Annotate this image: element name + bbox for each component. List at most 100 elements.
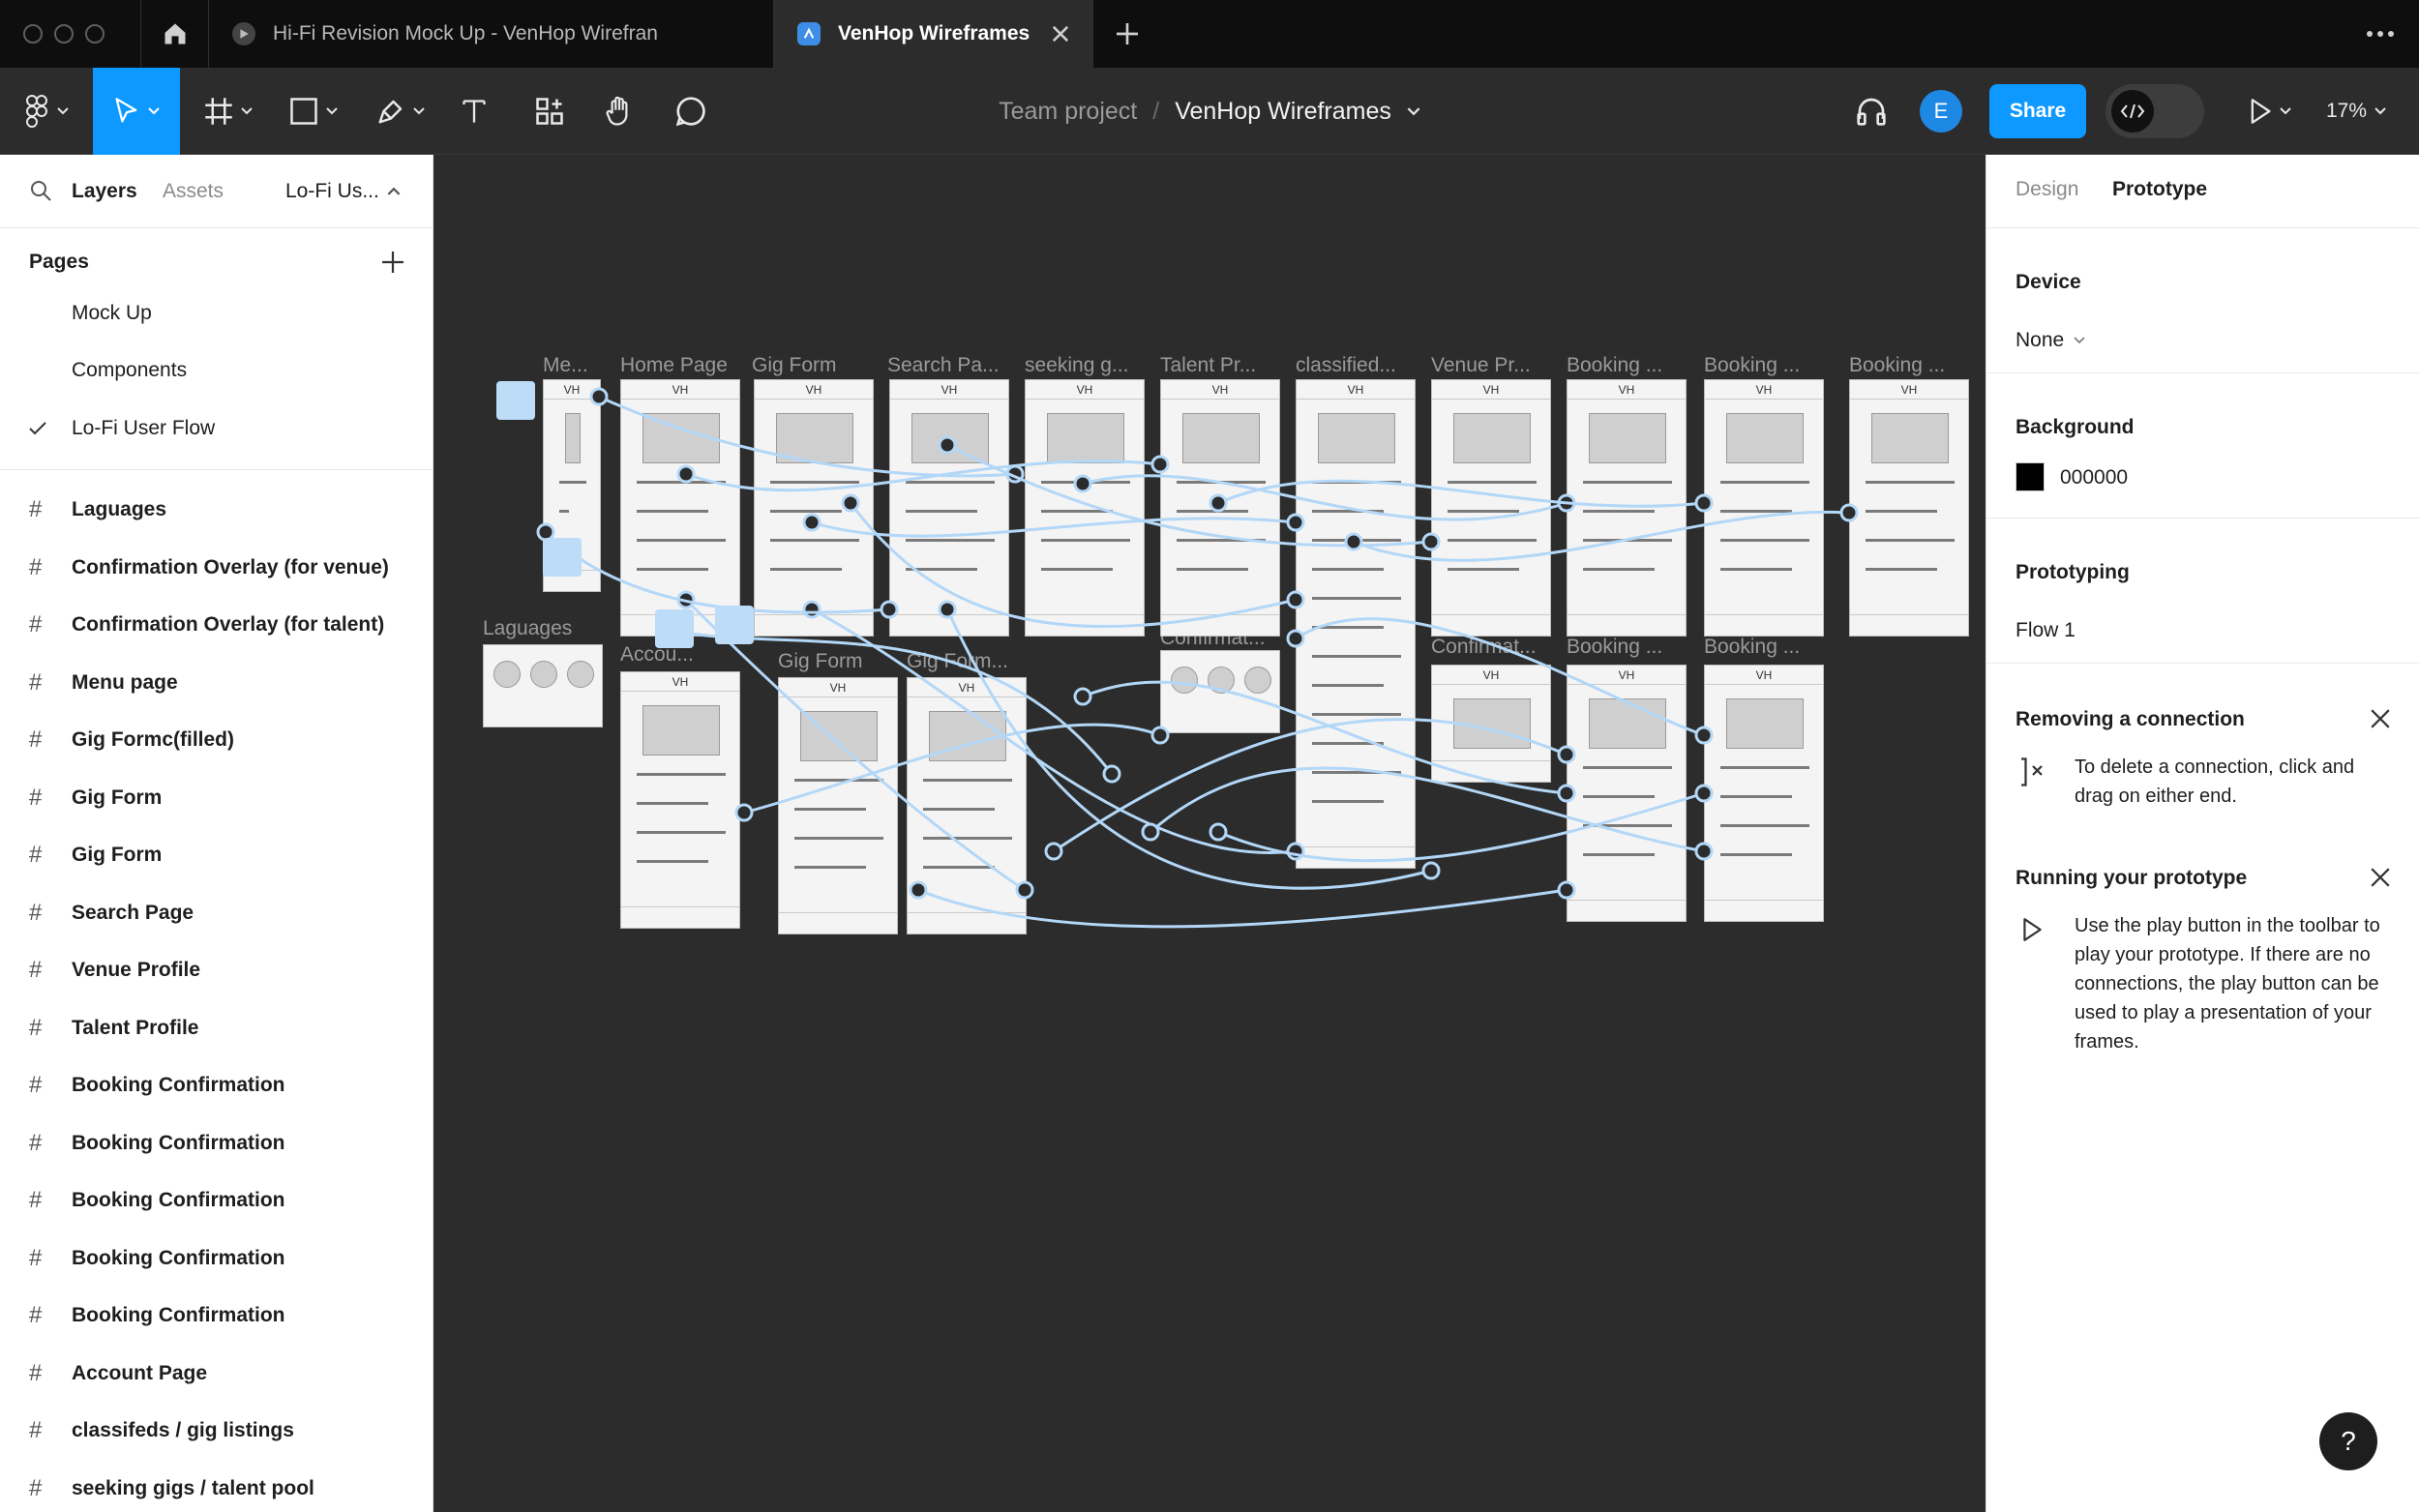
interaction-chip-icon[interactable] (496, 381, 535, 420)
connection-node[interactable] (938, 600, 957, 619)
share-button[interactable]: Share (1989, 84, 2086, 138)
layer-item[interactable]: # Gig Formc(filled) (0, 712, 433, 770)
flow-item[interactable]: Flow 1 (2016, 619, 2076, 642)
more-options-button[interactable] (2342, 0, 2419, 68)
layer-item[interactable]: # Booking Confirmation (0, 1288, 433, 1346)
connection-node[interactable] (1102, 764, 1121, 784)
hand-tool-button[interactable] (600, 68, 639, 155)
connection-node[interactable] (589, 387, 609, 406)
connection-node[interactable] (841, 493, 860, 513)
connection-node[interactable] (1286, 590, 1305, 609)
connection-node[interactable] (1421, 532, 1441, 551)
prototype-connections[interactable] (434, 155, 1985, 1512)
layer-item[interactable]: # Gig Form (0, 769, 433, 827)
interaction-chip-icon[interactable] (655, 609, 694, 648)
layer-item[interactable]: # Confirmation Overlay (for talent) (0, 597, 433, 655)
tab-design[interactable]: Design (2016, 178, 2078, 201)
comment-tool-button[interactable] (672, 68, 710, 155)
text-tool-button[interactable] (455, 68, 493, 155)
connection-line[interactable] (1217, 479, 1705, 508)
layer-item[interactable]: # Gig Form (0, 827, 433, 885)
help-button[interactable]: ? (2319, 1412, 2377, 1470)
connection-node[interactable] (1073, 687, 1092, 706)
team-project-link[interactable]: Team project (999, 98, 1137, 126)
tab-assets[interactable]: Assets (163, 180, 224, 203)
layer-item[interactable]: # Venue Profile (0, 942, 433, 1000)
connection-node[interactable] (1421, 861, 1441, 880)
connection-node[interactable] (802, 513, 821, 532)
minimize-window-button[interactable] (54, 24, 74, 44)
connection-line[interactable] (1295, 617, 1705, 737)
connection-line[interactable] (666, 627, 1114, 775)
connection-node[interactable] (1150, 726, 1170, 745)
connection-line[interactable] (917, 888, 1568, 929)
page-item[interactable]: Mock Up (0, 284, 433, 342)
page-item[interactable]: Components (0, 342, 433, 400)
layer-item[interactable]: # classifeds / gig listings (0, 1403, 433, 1461)
connection-node[interactable] (1209, 493, 1228, 513)
file-name[interactable]: VenHop Wireframes (1175, 98, 1391, 126)
tab-hifi-mockup[interactable]: Hi-Fi Revision Mock Up - VenHop Wirefran (209, 0, 774, 68)
frame-tool-button[interactable] (194, 68, 263, 155)
layer-item[interactable]: # Booking Confirmation (0, 1230, 433, 1288)
tab-layers[interactable]: Layers (72, 180, 137, 203)
avatar[interactable]: E (1920, 90, 1962, 133)
connection-node[interactable] (1694, 493, 1714, 513)
connection-node[interactable] (1557, 745, 1576, 764)
pen-tool-button[interactable] (366, 68, 435, 155)
interaction-chip-icon[interactable] (543, 538, 582, 577)
layer-item[interactable]: # Booking Confirmation (0, 1172, 433, 1230)
connection-node[interactable] (938, 435, 957, 455)
connection-node[interactable] (536, 522, 555, 542)
home-tab[interactable] (141, 0, 209, 68)
page-selector[interactable]: Lo-Fi Us... (285, 180, 401, 203)
background-swatch[interactable] (2016, 462, 2045, 491)
tab-venhop-wireframes[interactable]: VenHop Wireframes (774, 0, 1093, 68)
connection-node[interactable] (1694, 842, 1714, 861)
connection-line[interactable] (811, 517, 1297, 538)
zoom-menu[interactable]: 17% (2326, 68, 2386, 155)
connection-node[interactable] (802, 600, 821, 619)
new-tab-button[interactable] (1093, 0, 1161, 68)
tab-prototype[interactable]: Prototype (2112, 178, 2207, 201)
connection-line[interactable] (849, 502, 1297, 628)
connection-node[interactable] (1694, 726, 1714, 745)
connection-line[interactable] (1053, 718, 1568, 853)
close-window-button[interactable] (23, 24, 43, 44)
add-page-icon[interactable] (382, 252, 403, 273)
connection-node[interactable] (1209, 822, 1228, 842)
connection-node[interactable] (1073, 474, 1092, 493)
connection-node[interactable] (1839, 503, 1859, 522)
dev-mode-toggle[interactable] (2105, 84, 2204, 138)
connection-node[interactable] (1150, 455, 1170, 474)
connection-line[interactable] (544, 530, 890, 614)
main-menu-button[interactable] (0, 68, 93, 155)
layer-item[interactable]: # Booking Confirmation (0, 1057, 433, 1115)
resources-tool-button[interactable] (530, 68, 569, 155)
close-tab-icon[interactable] (1052, 25, 1069, 43)
page-item[interactable]: Lo-Fi User Flow (0, 400, 433, 458)
background-hex[interactable]: 000000 (2060, 466, 2128, 489)
chevron-down-icon[interactable] (1407, 106, 1420, 116)
search-icon[interactable] (29, 179, 52, 202)
connection-node[interactable] (1557, 880, 1576, 900)
connection-node[interactable] (1344, 532, 1363, 551)
connection-node[interactable] (1286, 513, 1305, 532)
layer-item[interactable]: # Confirmation Overlay (for venue) (0, 539, 433, 597)
connection-node[interactable] (1694, 784, 1714, 803)
present-button[interactable] (2241, 68, 2299, 155)
connection-node[interactable] (734, 803, 754, 822)
connection-node[interactable] (1015, 880, 1034, 900)
layer-item[interactable]: # Laguages (0, 482, 433, 540)
layer-item[interactable]: # seeking gigs / talent pool (0, 1460, 433, 1512)
interaction-chip-icon[interactable] (715, 606, 754, 644)
connection-node[interactable] (909, 880, 928, 900)
connection-node[interactable] (676, 464, 696, 484)
device-select[interactable]: None (2016, 329, 2085, 352)
connection-node[interactable] (1286, 629, 1305, 648)
move-tool-button[interactable] (93, 68, 180, 155)
layer-item[interactable]: # Talent Profile (0, 999, 433, 1057)
connection-node[interactable] (1044, 842, 1063, 861)
canvas[interactable]: Me... Home Page Gig Form Search Pa... seekin… (434, 155, 1985, 1512)
audio-button[interactable] (1852, 68, 1891, 155)
